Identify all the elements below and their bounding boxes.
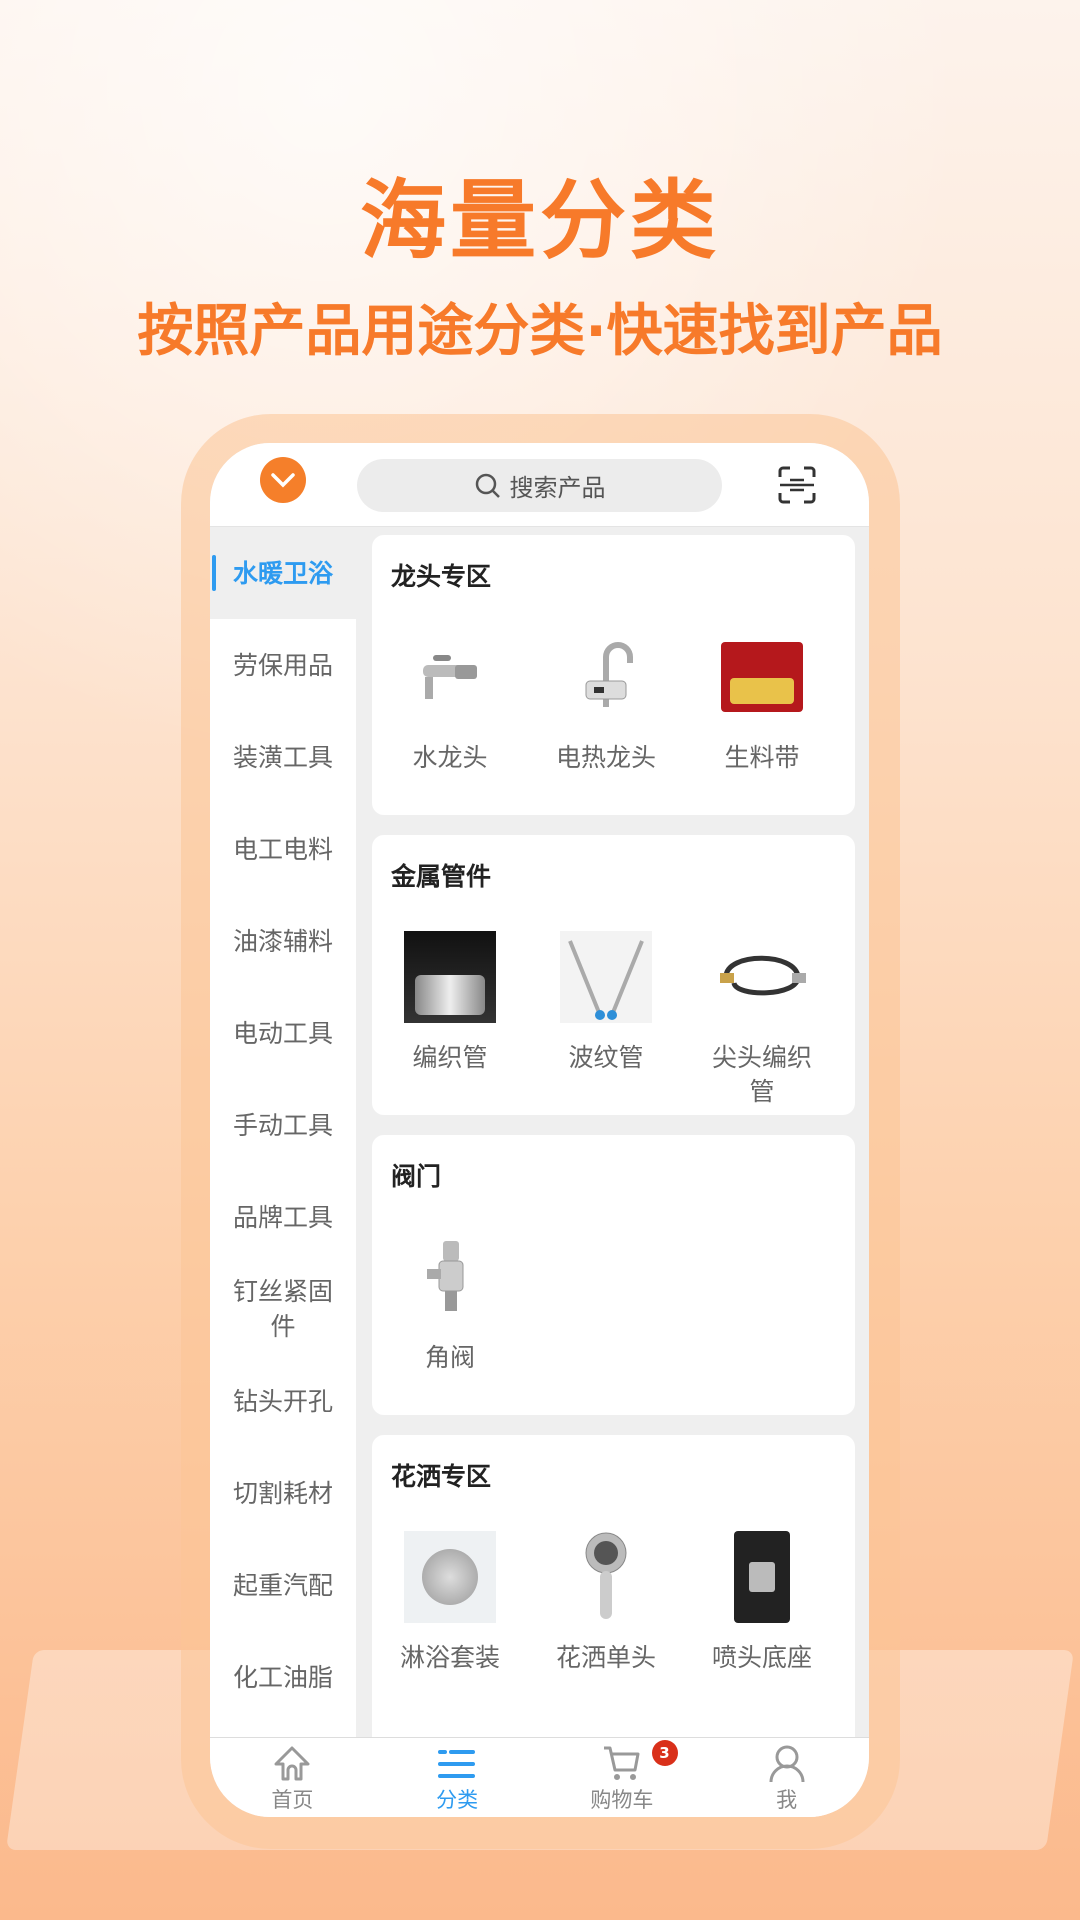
cart-icon	[603, 1746, 640, 1780]
category-sidebar: 水暖卫浴 劳保用品 装潢工具 电工电料 油漆辅料 电动工具 手动工具 品牌工具 …	[210, 527, 356, 1737]
sidebar-item[interactable]: 起重汽配	[210, 1539, 356, 1631]
product-label: 淋浴套装	[399, 1643, 500, 1672]
promo-subtitle: 按照产品用途分类·快速找到产品	[137, 299, 943, 364]
electric-faucet-image	[560, 631, 652, 723]
product-label: 水龙头	[412, 743, 488, 772]
product-label: 尖头编织管	[711, 1043, 812, 1106]
search-placeholder: 搜索产品	[509, 474, 606, 502]
shower-base-image	[716, 1531, 808, 1623]
phone-screen: 搜索产品 水暖卫浴 劳保用品 装潢工具 电工电料 油漆辅料 电动工具 手动工具 …	[210, 443, 869, 1817]
product-item[interactable]: 花洒单头	[528, 1531, 684, 1675]
section-title: 阀门	[391, 1162, 442, 1191]
scan-icon[interactable]	[778, 466, 816, 504]
section-card: 龙头专区 水龙头 电热龙头 生料带	[372, 535, 855, 815]
nav-label: 分类	[436, 1788, 479, 1812]
nav-label: 我	[776, 1788, 798, 1812]
sidebar-item[interactable]: 装潢工具	[210, 711, 356, 803]
nav-label: 首页	[271, 1788, 314, 1812]
angle-valve-image	[404, 1231, 496, 1323]
chevron-down-icon	[271, 473, 295, 488]
faucet-image	[404, 631, 496, 723]
shower-set-image	[404, 1531, 496, 1623]
product-label: 喷头底座	[711, 1643, 812, 1672]
product-item[interactable]: 编织管	[372, 931, 528, 1109]
nav-cart[interactable]: 3 购物车	[540, 1738, 705, 1817]
search-input[interactable]: 搜索产品	[357, 459, 722, 512]
sidebar-item[interactable]: 钻头开孔	[210, 1355, 356, 1447]
sidebar-item[interactable]: 手动工具	[210, 1079, 356, 1171]
sidebar-item[interactable]: 电工电料	[210, 803, 356, 895]
pointed-braided-hose-image	[716, 931, 808, 1023]
sidebar-item[interactable]: 钉丝紧固件	[210, 1263, 356, 1355]
sidebar-item[interactable]: 化工油脂	[210, 1631, 356, 1723]
category-content: 龙头专区 水龙头 电热龙头 生料带 金属管件 编织管 波纹管 尖头编织管 阀门 …	[372, 535, 855, 1817]
section-card: 阀门 角阀	[372, 1135, 855, 1415]
nav-category[interactable]: 分类	[375, 1738, 540, 1817]
product-item[interactable]: 尖头编织管	[684, 931, 840, 1109]
ptfe-tape-image	[716, 631, 808, 723]
sidebar-item[interactable]: 劳保用品	[210, 619, 356, 711]
section-title: 花洒专区	[391, 1462, 492, 1491]
product-item[interactable]: 角阀	[372, 1231, 528, 1375]
home-icon	[274, 1746, 310, 1781]
product-item[interactable]: 水龙头	[372, 631, 528, 775]
product-label: 花洒单头	[555, 1643, 656, 1672]
section-title: 龙头专区	[391, 562, 492, 591]
section-title: 金属管件	[391, 862, 492, 891]
product-label: 生料带	[724, 743, 800, 772]
list-icon	[438, 1750, 476, 1778]
product-item[interactable]: 波纹管	[528, 931, 684, 1109]
user-icon	[769, 1745, 805, 1783]
shower-head-image	[560, 1531, 652, 1623]
sidebar-item[interactable]: 油漆辅料	[210, 895, 356, 987]
cart-badge: 3	[651, 1740, 678, 1766]
header: 搜索产品	[210, 443, 869, 527]
sidebar-item[interactable]: 水暖卫浴	[210, 527, 356, 619]
section-card: 金属管件 编织管 波纹管 尖头编织管	[372, 835, 855, 1115]
sidebar-item[interactable]: 电动工具	[210, 987, 356, 1079]
nav-home[interactable]: 首页	[210, 1738, 375, 1817]
product-item[interactable]: 淋浴套装	[372, 1531, 528, 1675]
product-item[interactable]: 喷头底座	[684, 1531, 840, 1675]
product-item[interactable]: 生料带	[684, 631, 840, 775]
sidebar-item[interactable]: 切割耗材	[210, 1447, 356, 1539]
product-item[interactable]: 电热龙头	[528, 631, 684, 775]
product-label: 电热龙头	[555, 743, 656, 772]
product-label: 波纹管	[568, 1043, 644, 1072]
product-label: 编织管	[412, 1043, 488, 1072]
dropdown-button[interactable]	[260, 457, 306, 503]
corrugated-pipe-image	[560, 931, 652, 1023]
nav-label: 购物车	[590, 1788, 654, 1812]
promo-title: 海量分类	[360, 171, 720, 271]
braided-hose-image	[404, 931, 496, 1023]
search-icon	[475, 473, 500, 498]
sidebar-item[interactable]: 品牌工具	[210, 1171, 356, 1263]
nav-me[interactable]: 我	[704, 1738, 869, 1817]
bottom-nav: 首页 分类 3 购物车 我	[210, 1737, 869, 1817]
product-label: 角阀	[424, 1343, 475, 1372]
